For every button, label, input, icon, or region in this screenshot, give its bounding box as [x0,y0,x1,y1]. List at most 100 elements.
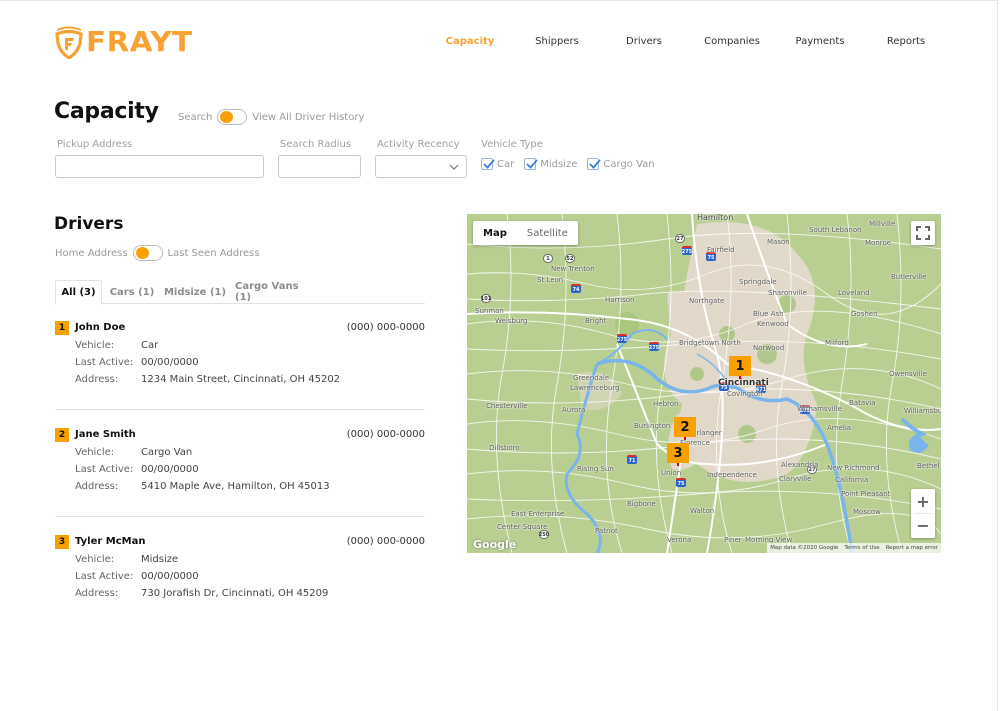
map-label: Goshen [851,310,878,318]
driver-phone: (000) 000-0000 [346,536,425,547]
driver-vehicle-row: Vehicle: Car [75,340,158,351]
map-label: Butlerville [891,273,927,281]
route-shield: 52 [565,254,575,263]
toggle-knob [135,247,149,259]
zoom-out-button[interactable]: − [911,513,935,537]
vehicle-option-car[interactable]: Car [481,158,514,170]
map-label: Chesterville [486,402,528,410]
driver-index-badge: 3 [55,535,69,549]
nav-payments[interactable]: Payments [796,36,845,47]
map-label: Sharonville [768,289,807,297]
map-label: Blue Ash [753,310,784,318]
toggle-knob [220,111,234,123]
search-history-toggle[interactable] [217,109,248,125]
field-label: Address: [75,588,119,599]
driver-map[interactable]: 1 52 74 101 275 275 75 27 275 75 471 275… [467,214,941,553]
map-data-credit: Map data ©2020 Google [770,545,839,551]
vehicle-option-midsize[interactable]: Midsize [524,158,577,170]
driver-address-row: Address: 1234 Main Street, Cincinnati, OH… [75,374,340,385]
page-title: Capacity [54,99,159,124]
tab-cars[interactable]: Cars (1) [107,280,157,304]
vehicle-option-cargo-van[interactable]: Cargo Van [587,158,655,170]
toggle-right-label: View All Driver History [252,111,365,123]
driver-list-item[interactable]: 2 Jane Smith (000) 000-0000 Vehicle: Carg… [55,428,425,498]
map-label: Amelia [827,424,852,432]
field-label: Last Active: [75,357,134,368]
field-label: Address: [75,481,119,492]
drivers-title: Drivers [54,214,124,234]
driver-last-active: 00/00/0000 [141,357,199,368]
map-type-map-button[interactable]: Map [473,221,517,245]
map-label: Mason [767,238,790,246]
map-type-control: Map Satellite [473,221,578,245]
activity-recency-select[interactable] [375,155,467,178]
map-label: Erlanger [692,429,722,437]
nav-capacity[interactable]: Capacity [446,36,495,47]
driver-vehicle: Midsize [141,554,179,565]
fullscreen-button[interactable] [911,221,935,245]
map-type-satellite-button[interactable]: Satellite [517,221,578,245]
map-label: Monroe [865,239,892,247]
interstate-shield: 275 [682,246,692,255]
checkbox-midsize[interactable] [524,158,538,170]
map-attribution: Map data ©2020 Google Terms of Use Repor… [767,543,941,553]
tab-cargo-vans[interactable]: Cargo Vans (1) [235,280,317,304]
map-label: Bigbone [627,500,656,508]
google-logo[interactable]: Google [473,538,516,551]
map-label: Verona [667,536,692,544]
main-nav: Capacity Shippers Drivers Companies Paym… [0,36,1000,50]
check-icon [589,159,602,169]
driver-last-active-row: Last Active: 00/00/0000 [75,357,199,368]
zoom-in-button[interactable]: + [911,489,935,513]
driver-last-active: 00/00/0000 [141,464,199,475]
map-label: Williamsburg [904,407,941,415]
list-divider [55,409,425,410]
search-mode-toggle-row: Search View All Driver History [178,109,364,125]
pickup-address-input[interactable] [55,155,264,178]
map-label: Fairfield [707,246,735,254]
route-shield: 27 [675,234,685,243]
map-marker[interactable]: 1 [729,356,751,379]
driver-vehicle-row: Vehicle: Cargo Van [75,447,192,458]
search-radius-input[interactable] [278,155,361,178]
interstate-shield: 275 [649,342,659,351]
map-marker[interactable]: 2 [674,417,696,440]
map-label: New Trenton [551,265,595,273]
interstate-shield: 74 [571,284,581,293]
fullscreen-icon [916,226,930,240]
terms-of-use-link[interactable]: Terms of Use [844,545,879,551]
nav-drivers[interactable]: Drivers [626,36,662,47]
interstate-shield: 75 [676,478,686,487]
nav-companies[interactable]: Companies [704,36,760,47]
map-label: Rising Sun [577,465,614,473]
report-map-error-link[interactable]: Report a map error [886,545,938,551]
checkbox-cargo-van[interactable] [587,158,602,170]
driver-list-item[interactable]: 3 Tyler McMan (000) 000-0000 Vehicle: Mid… [55,535,425,605]
tab-midsize[interactable]: Midsize (1) [163,280,227,304]
map-label: Millville [869,220,896,228]
address-type-toggle[interactable] [132,245,163,261]
zoom-control: + − [911,489,935,538]
map-label: Loveland [838,289,870,297]
driver-vehicle-row: Vehicle: Midsize [75,554,178,565]
driver-name: John Doe [75,322,126,333]
map-marker[interactable]: 3 [667,443,689,466]
map-label: Burlington [634,422,671,430]
driver-list-item[interactable]: 1 John Doe (000) 000-0000 Vehicle: Car La… [55,321,425,391]
route-shield: 101 [480,294,492,303]
nav-shippers[interactable]: Shippers [535,36,579,47]
map-label: Kenwood [757,320,789,328]
nav-reports[interactable]: Reports [887,36,925,47]
driver-address-row: Address: 5410 Maple Ave, Hamilton, OH 450… [75,481,330,492]
map-label: Covington [727,390,763,398]
map-label: St Leon [537,276,564,284]
map-label: Hebron [653,400,679,408]
checkbox-car[interactable] [481,158,495,170]
driver-address: 730 Jorafish Dr, Cincinnati, OH 45209 [141,588,329,599]
zoom-separator [915,513,931,514]
map-label: Dillsboro [489,444,520,452]
map-label: South Lebanon [809,226,862,234]
field-label: Address: [75,374,119,385]
tab-all[interactable]: All (3) [55,280,102,305]
driver-phone: (000) 000-0000 [346,429,425,440]
